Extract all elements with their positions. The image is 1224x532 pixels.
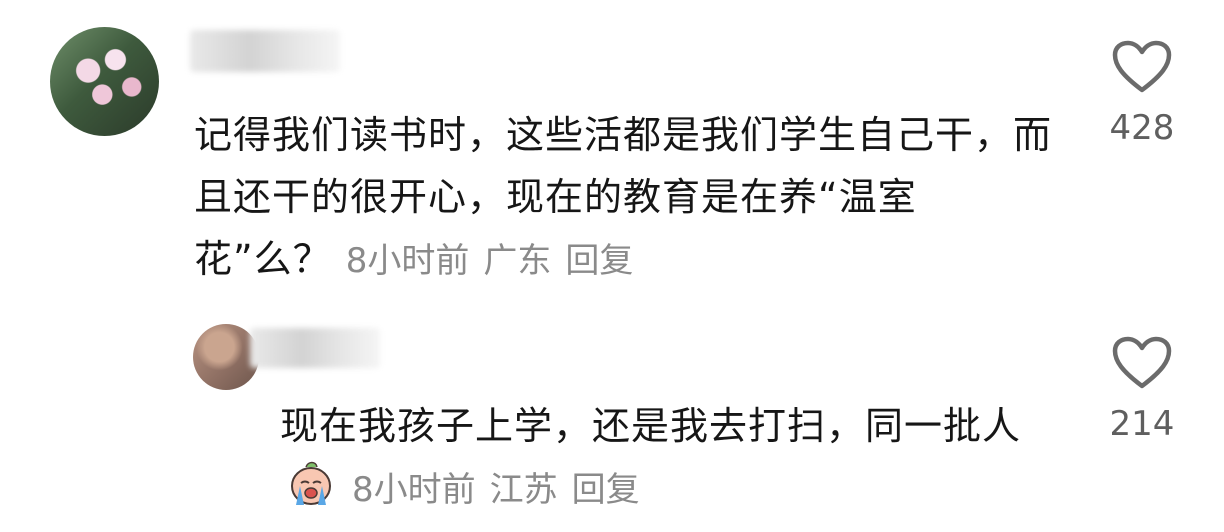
- commenter-name-blurred[interactable]: [190, 30, 340, 72]
- reply-comment-time: 8小时前: [352, 470, 476, 510]
- comment-location: 广东: [483, 241, 552, 281]
- crying-face-emoji: [291, 461, 331, 505]
- like-button[interactable]: 428: [1087, 40, 1197, 148]
- comment-time: 8小时前: [345, 241, 470, 281]
- comment-body: 记得我们读书时，这些活都是我们学生自己干，而且还干的很开心，现在的教育是在养“温…: [194, 104, 1054, 292]
- reply-button[interactable]: 回复: [565, 241, 633, 281]
- reply-comment-text: 现在我孩子上学，还是我去打扫，同一批人: [280, 404, 1022, 448]
- reply-comment-meta: 8小时前 江苏 回复: [352, 470, 654, 510]
- reply-comment-body: 现在我孩子上学，还是我去打扫，同一批人 8小时前 江苏 回复: [280, 395, 1070, 521]
- heart-outline-icon: [1112, 40, 1172, 93]
- reply-commenter-name-blurred[interactable]: [250, 328, 380, 368]
- heart-outline-icon: [1112, 336, 1172, 389]
- reply-comment-location: 江苏: [489, 470, 558, 510]
- reply-button[interactable]: 回复: [572, 470, 640, 510]
- like-button[interactable]: 214: [1087, 336, 1197, 444]
- commenter-avatar[interactable]: [50, 27, 159, 136]
- like-count: 428: [1109, 108, 1175, 148]
- like-count: 214: [1109, 404, 1175, 444]
- comment-meta: 8小时前 广东 回复: [346, 241, 648, 281]
